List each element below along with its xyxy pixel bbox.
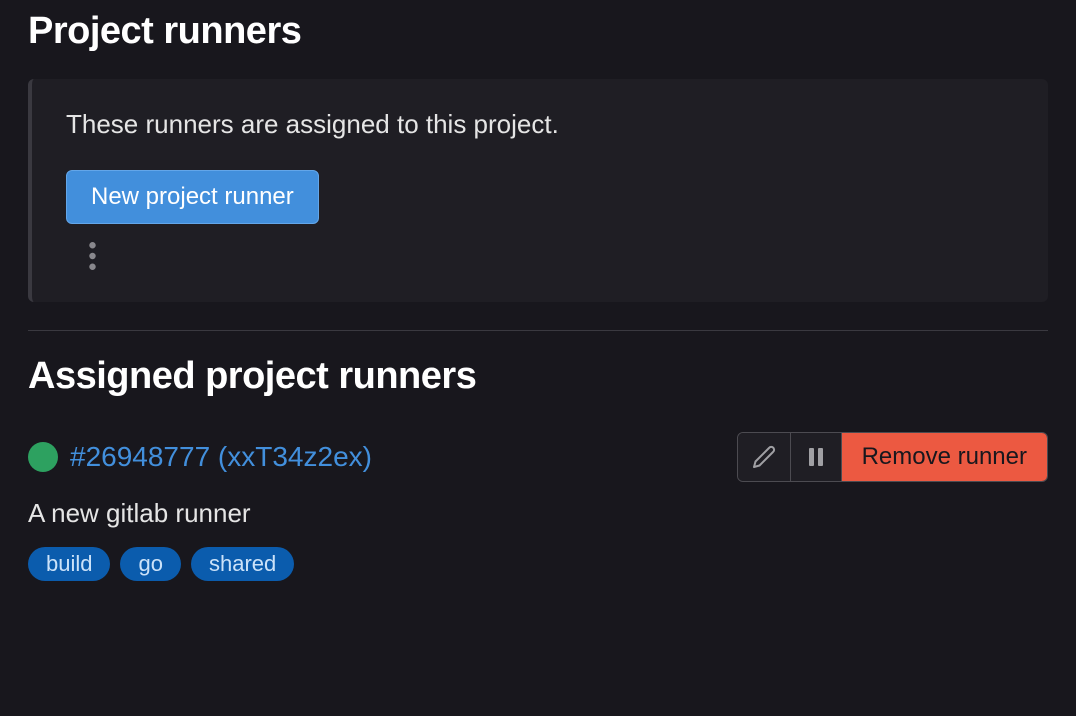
- runner-controls: Remove runner: [737, 432, 1048, 482]
- runner-row: #26948777 (xxT34z2ex) Remove runner: [28, 432, 1048, 482]
- section-divider: [28, 330, 1048, 331]
- runner-tag: shared: [191, 547, 294, 581]
- runner-identity: #26948777 (xxT34z2ex): [28, 441, 372, 473]
- runner-id-link[interactable]: #26948777 (xxT34z2ex): [70, 441, 372, 473]
- project-runners-description: These runners are assigned to this proje…: [66, 109, 1014, 140]
- new-project-runner-button[interactable]: New project runner: [66, 170, 319, 224]
- runner-tag: go: [120, 547, 180, 581]
- pencil-icon: [752, 445, 776, 469]
- assigned-runners-heading: Assigned project runners: [28, 355, 1048, 398]
- runner-tags: build go shared: [28, 547, 1048, 581]
- runner-description: A new gitlab runner: [28, 498, 1048, 529]
- runner-status-dot: [28, 442, 58, 472]
- remove-runner-button[interactable]: Remove runner: [842, 433, 1047, 481]
- edit-runner-button[interactable]: [738, 433, 791, 481]
- pause-runner-button[interactable]: [791, 433, 842, 481]
- kebab-menu-icon: [89, 242, 96, 270]
- pause-icon: [805, 445, 827, 469]
- runner-tag: build: [28, 547, 110, 581]
- project-runners-panel: These runners are assigned to this proje…: [28, 79, 1048, 302]
- project-runners-heading: Project runners: [28, 10, 1048, 53]
- more-actions-button[interactable]: [74, 238, 110, 274]
